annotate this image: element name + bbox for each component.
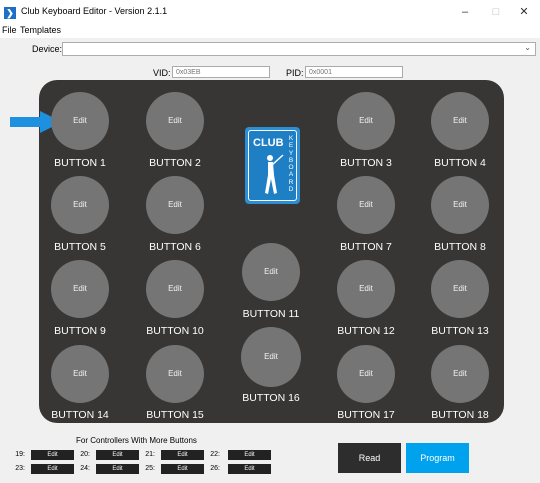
- edit-button-8[interactable]: Edit: [431, 176, 489, 234]
- golfer-icon: [265, 154, 284, 194]
- edit-button-21[interactable]: Edit: [161, 450, 204, 460]
- slot-number-21: 21:: [145, 451, 155, 458]
- button-label-6: BUTTON 6: [149, 241, 201, 253]
- edit-button-15[interactable]: Edit: [146, 345, 204, 403]
- menu-file[interactable]: File: [2, 25, 17, 35]
- vid-input[interactable]: [172, 66, 270, 78]
- button-label-18: BUTTON 18: [431, 409, 489, 421]
- slot-number-26: 26:: [210, 465, 220, 472]
- edit-button-20[interactable]: Edit: [96, 450, 139, 460]
- logo-keyboard-text: KEYBOARD: [288, 135, 294, 194]
- button-label-2: BUTTON 2: [149, 157, 201, 169]
- button-label-16: BUTTON 16: [242, 392, 300, 404]
- slot-number-22: 22:: [210, 451, 220, 458]
- edit-button-18[interactable]: Edit: [431, 345, 489, 403]
- maximize-button[interactable]: □: [486, 4, 506, 20]
- pid-label: PID:: [286, 68, 304, 78]
- edit-button-5[interactable]: Edit: [51, 176, 109, 234]
- pid-input[interactable]: [305, 66, 403, 78]
- slot-number-23: 23:: [15, 465, 25, 472]
- button-label-14: BUTTON 14: [51, 409, 109, 421]
- edit-button-6[interactable]: Edit: [146, 176, 204, 234]
- edit-button-4[interactable]: Edit: [431, 92, 489, 150]
- title-bar: ❯ Club Keyboard Editor - Version 2.1.1 –…: [0, 0, 540, 24]
- edit-button-19[interactable]: Edit: [31, 450, 74, 460]
- slot-number-19: 19:: [15, 451, 25, 458]
- button-label-7: BUTTON 7: [340, 241, 392, 253]
- edit-button-13[interactable]: Edit: [431, 260, 489, 318]
- button-label-5: BUTTON 5: [54, 241, 106, 253]
- edit-button-9[interactable]: Edit: [51, 260, 109, 318]
- slot-number-24: 24:: [80, 465, 90, 472]
- club-keyboard-logo: CLUB KEYBOARD: [245, 127, 300, 204]
- edit-button-26[interactable]: Edit: [228, 464, 271, 474]
- button-label-9: BUTTON 9: [54, 325, 106, 337]
- slot-number-25: 25:: [145, 465, 155, 472]
- slot-number-20: 20:: [80, 451, 90, 458]
- button-label-17: BUTTON 17: [337, 409, 395, 421]
- logo-frame: CLUB KEYBOARD: [248, 130, 297, 201]
- minimize-button[interactable]: –: [455, 4, 475, 20]
- device-select[interactable]: ⌄: [62, 42, 536, 56]
- button-label-11: BUTTON 11: [242, 308, 300, 320]
- edit-button-24[interactable]: Edit: [96, 464, 139, 474]
- edit-button-10[interactable]: Edit: [146, 260, 204, 318]
- button-label-13: BUTTON 13: [431, 325, 489, 337]
- button-label-4: BUTTON 4: [434, 157, 486, 169]
- window-title: Club Keyboard Editor - Version 2.1.1: [21, 6, 168, 16]
- button-label-12: BUTTON 12: [337, 325, 395, 337]
- button-label-3: BUTTON 3: [340, 157, 392, 169]
- edit-button-11[interactable]: Edit: [242, 243, 300, 301]
- button-label-10: BUTTON 10: [146, 325, 204, 337]
- app-icon: ❯: [4, 7, 16, 19]
- edit-button-25[interactable]: Edit: [161, 464, 204, 474]
- edit-button-17[interactable]: Edit: [337, 345, 395, 403]
- edit-button-12[interactable]: Edit: [337, 260, 395, 318]
- edit-button-3[interactable]: Edit: [337, 92, 395, 150]
- logo-club-text: CLUB: [253, 137, 284, 149]
- edit-button-7[interactable]: Edit: [337, 176, 395, 234]
- button-label-15: BUTTON 15: [146, 409, 204, 421]
- edit-button-14[interactable]: Edit: [51, 345, 109, 403]
- close-button[interactable]: ✕: [514, 4, 534, 20]
- edit-button-1[interactable]: Edit: [51, 92, 109, 150]
- extra-buttons-heading: For Controllers With More Buttons: [76, 436, 197, 445]
- read-button[interactable]: Read: [338, 443, 401, 473]
- button-label-8: BUTTON 8: [434, 241, 486, 253]
- program-button[interactable]: Program: [406, 443, 469, 473]
- edit-button-2[interactable]: Edit: [146, 92, 204, 150]
- menu-bar: File Templates: [0, 24, 540, 38]
- device-label: Device:: [32, 44, 63, 54]
- edit-button-23[interactable]: Edit: [31, 464, 74, 474]
- vid-label: VID:: [153, 68, 171, 78]
- edit-button-16[interactable]: Edit: [241, 327, 301, 387]
- chevron-down-icon: ⌄: [524, 43, 531, 52]
- menu-templates[interactable]: Templates: [20, 25, 61, 35]
- edit-button-22[interactable]: Edit: [228, 450, 271, 460]
- button-label-1: BUTTON 1: [54, 157, 106, 169]
